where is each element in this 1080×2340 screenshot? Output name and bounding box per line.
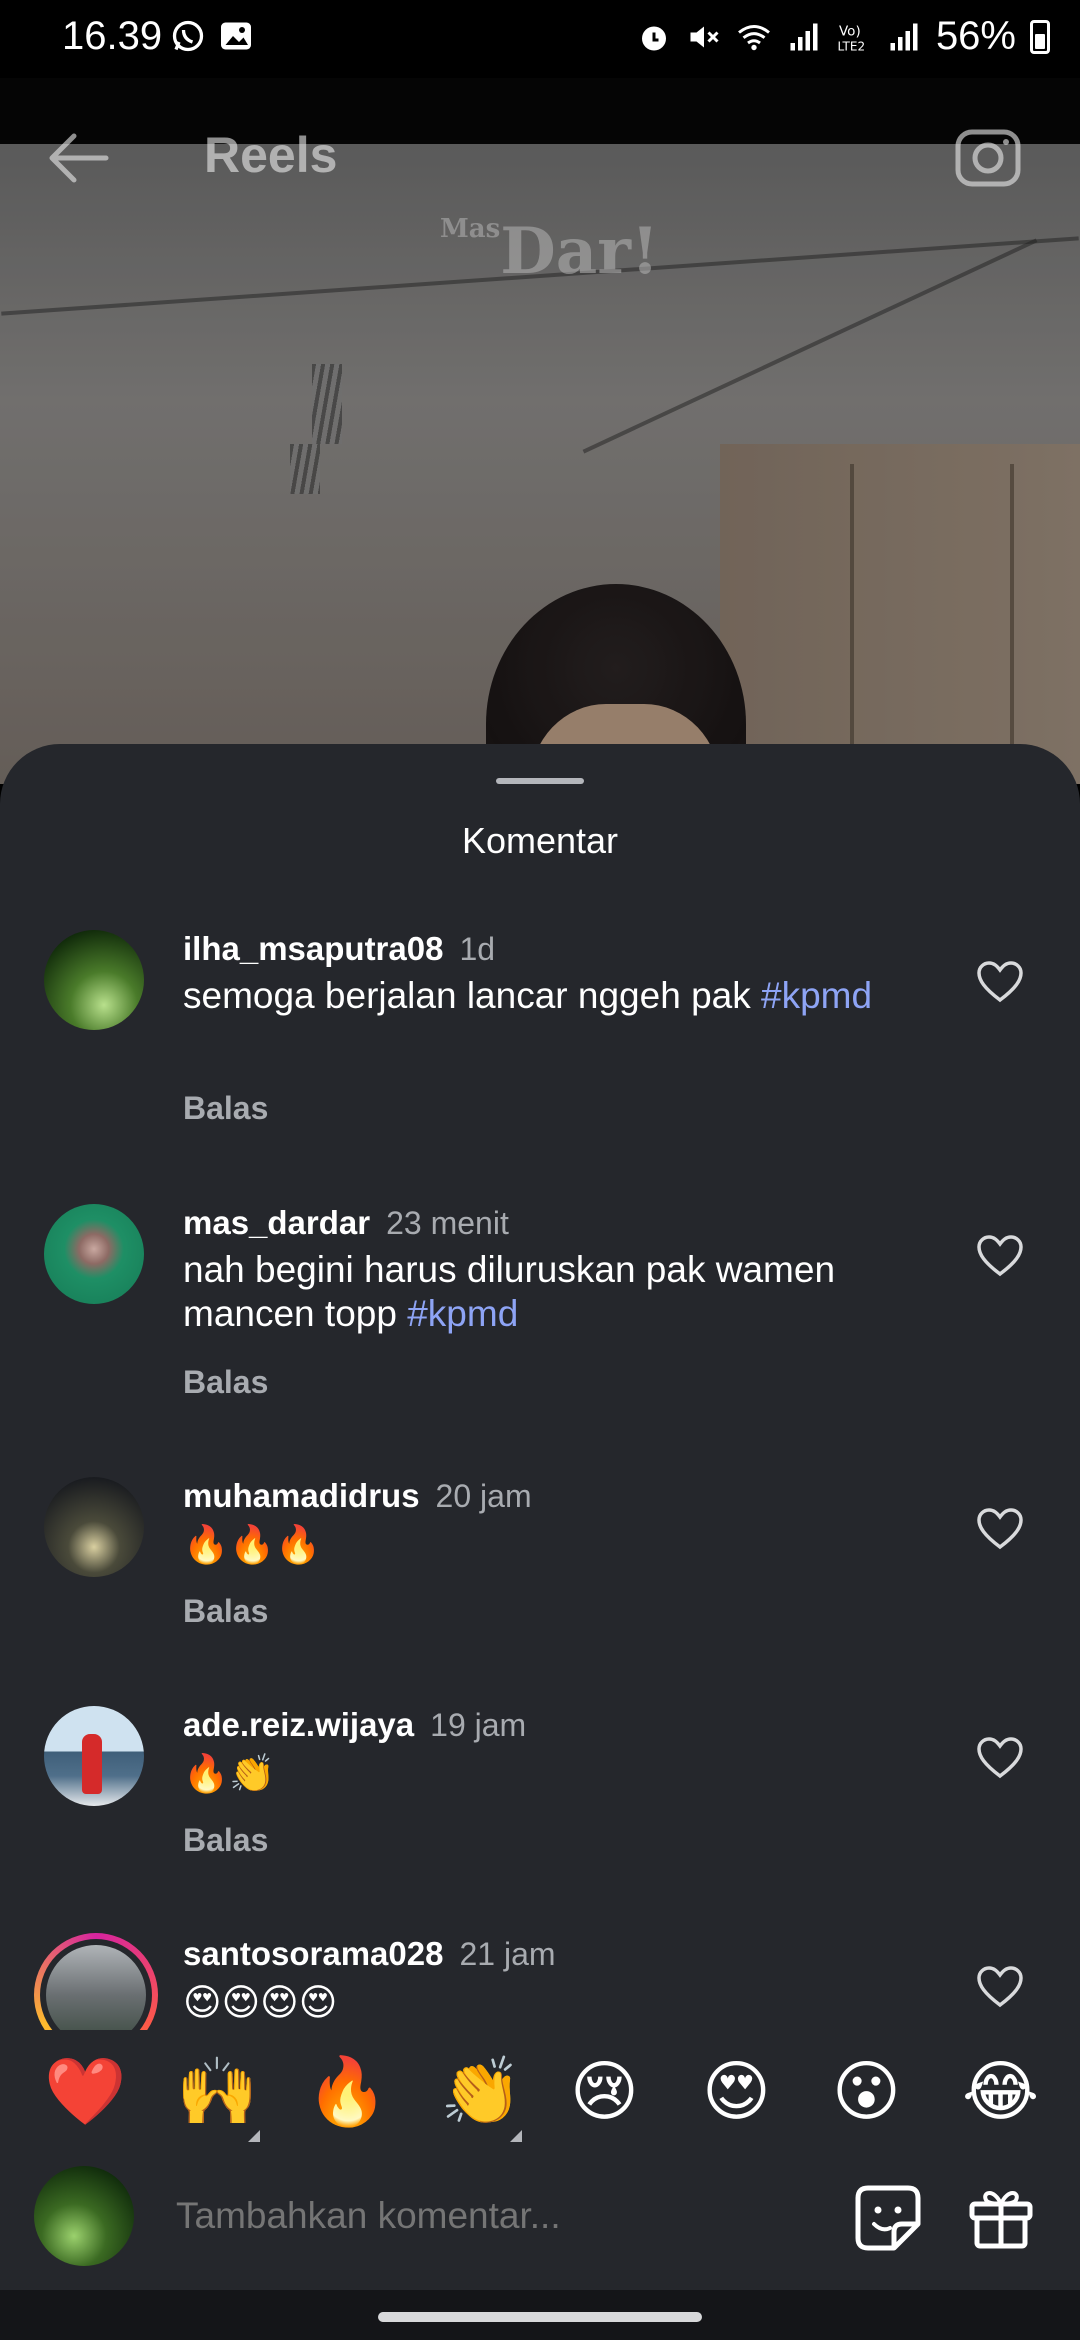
sticker-icon[interactable] — [854, 2184, 922, 2252]
heart-icon[interactable] — [976, 1507, 1024, 1551]
signal-icon — [890, 23, 918, 50]
emoji-fire[interactable]: 🔥 — [306, 2058, 388, 2124]
battery-icon — [1030, 19, 1050, 54]
gallery-icon — [221, 22, 251, 50]
heart-icon[interactable] — [976, 960, 1024, 1004]
svg-text:LTE2: LTE2 — [837, 39, 865, 53]
comment-time: 20 jam — [435, 1478, 532, 1514]
comment-username[interactable]: ilha_msaputra08 1d — [183, 930, 495, 968]
gift-icon[interactable] — [968, 2184, 1034, 2250]
arrow-left-icon[interactable] — [44, 128, 114, 188]
comment-composer — [0, 2160, 1080, 2290]
signal-icon — [790, 23, 818, 50]
emoji-crying[interactable]: 😢 — [570, 2058, 639, 2124]
reply-button[interactable]: Balas — [183, 1593, 268, 1630]
skin-tone-indicator — [510, 2130, 522, 2142]
hashtag-link[interactable]: #kpmd — [761, 975, 872, 1016]
heart-icon[interactable] — [976, 1234, 1024, 1278]
comment-time: 19 jam — [430, 1707, 527, 1743]
status-right-icons: Vo) LTE2 56% — [636, 14, 1050, 59]
comment-text: 🔥👏 — [183, 1753, 276, 1794]
comment-time: 21 jam — [459, 1936, 556, 1972]
hashtag-link[interactable]: #kpmd — [407, 1293, 518, 1334]
mute-icon — [690, 26, 719, 47]
reply-button[interactable]: Balas — [183, 1090, 268, 1127]
emoji-surprised[interactable]: 😮 — [832, 2058, 901, 2124]
emoji-quick-bar: ❤️ 🙌 🔥 👏 😢 😍 😮 😂 — [0, 2030, 1080, 2160]
comment-text: 😍😍😍😍 — [183, 1982, 338, 2023]
reel-video[interactable]: MasDar! — [0, 144, 1080, 784]
comment-time: 1d — [459, 931, 496, 967]
comment-time: 23 menit — [386, 1205, 509, 1241]
sheet-title: Komentar — [461, 820, 619, 861]
avatar[interactable] — [44, 1477, 144, 1577]
comment-text: nah begini harus diluruskan pak wamen ma… — [183, 1249, 836, 1334]
emoji-laughing[interactable]: 😂 — [962, 2058, 1039, 2124]
comment-username[interactable]: mas_dardar 23 menit — [183, 1204, 509, 1242]
avatar[interactable] — [44, 930, 144, 1030]
emoji-heart[interactable]: ❤️ — [44, 2058, 126, 2124]
status-bar: 16.39 Vo) LTE2 56% — [0, 0, 1080, 78]
comment-text: 🔥🔥🔥 — [183, 1524, 322, 1565]
emoji-raising-hands[interactable]: 🙌 — [176, 2058, 258, 2124]
comment-text: semoga berjalan lancar nggeh pak #kpmd — [183, 975, 873, 1016]
status-left-icons — [170, 18, 254, 54]
svg-text:Vo): Vo) — [839, 23, 861, 39]
battery-percent: 56% — [935, 14, 1016, 58]
volte-icon: Vo)LTE2 — [837, 23, 865, 53]
heart-icon[interactable] — [976, 1736, 1024, 1780]
top-band — [0, 78, 1080, 144]
my-avatar — [34, 2166, 134, 2266]
alarm-icon — [641, 26, 666, 50]
whatsapp-icon — [172, 20, 204, 52]
system-nav-bar — [0, 2290, 1080, 2340]
heart-icon[interactable] — [976, 1965, 1024, 2009]
sheet-drag-handle[interactable] — [496, 778, 584, 784]
home-gesture-bar[interactable] — [378, 2312, 702, 2322]
avatar[interactable] — [44, 1706, 144, 1806]
reply-button[interactable]: Balas — [183, 1822, 268, 1859]
page-title: Reels — [204, 127, 338, 183]
avatar[interactable] — [44, 1204, 144, 1304]
status-time: 16.39 — [62, 14, 163, 58]
reply-button[interactable]: Balas — [183, 1364, 268, 1401]
comment-username[interactable]: muhamadidrus 20 jam — [183, 1477, 532, 1515]
comment-username[interactable]: ade.reiz.wijaya 19 jam — [183, 1706, 526, 1744]
skin-tone-indicator — [248, 2130, 260, 2142]
emoji-clapping[interactable]: 👏 — [440, 2058, 522, 2124]
wifi-icon — [738, 24, 770, 50]
comment-input[interactable] — [174, 2190, 818, 2242]
emoji-heart-eyes[interactable]: 😍 — [702, 2058, 771, 2124]
camera-icon[interactable] — [954, 126, 1022, 188]
comment-username[interactable]: santosorama028 21 jam — [183, 1935, 556, 1973]
